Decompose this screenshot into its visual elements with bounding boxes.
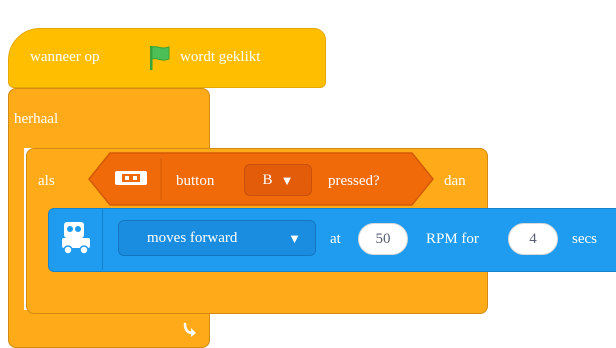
motion-direction-value: moves forward (147, 229, 238, 246)
pressed-label: pressed? (328, 173, 380, 189)
chevron-down-icon: ▼ (280, 172, 294, 188)
at-label: at (330, 231, 341, 247)
rpm-input[interactable]: 50 (358, 223, 408, 255)
robot-icon (60, 220, 94, 256)
seconds-input[interactable]: 4 (508, 223, 558, 255)
motion-direction-dropdown[interactable]: moves forward ▼ (118, 220, 316, 256)
hat-label-when: wanneer op (30, 49, 100, 65)
rpm-for-label: RPM for (426, 231, 479, 247)
hat-label-clicked: wordt geklikt (180, 49, 261, 65)
motion-icon-divider (102, 208, 103, 270)
button-device-icon (114, 168, 148, 188)
forever-label: herhaal (14, 111, 59, 127)
if-label: als (38, 173, 55, 189)
green-flag-icon (148, 44, 172, 72)
then-label: dan (444, 173, 466, 189)
chevron-down-icon: ▼ (288, 230, 301, 246)
button-selector-value: B (262, 171, 273, 188)
button-selector-dropdown[interactable]: B ▼ (244, 164, 312, 196)
secs-label: secs (572, 231, 597, 247)
loop-arrow-icon (180, 318, 200, 338)
button-label: button (176, 173, 215, 189)
